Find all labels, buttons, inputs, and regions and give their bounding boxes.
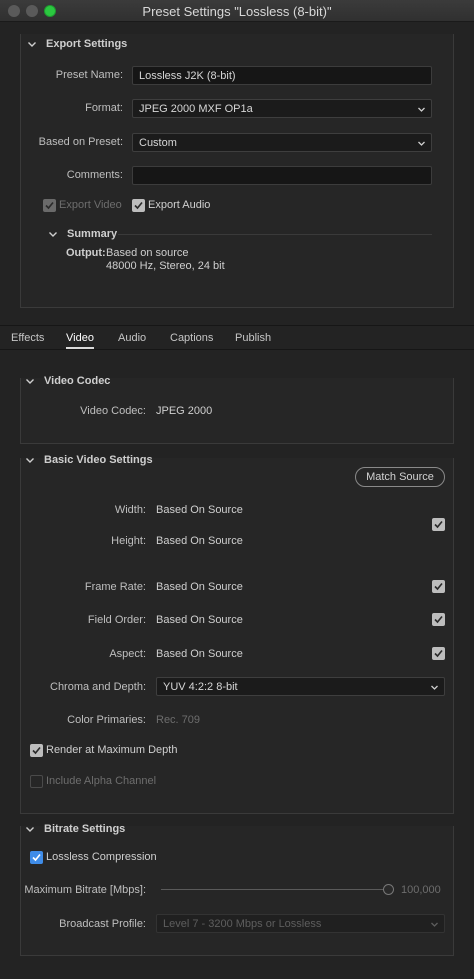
export-video-checkbox[interactable] xyxy=(43,199,56,212)
color-primaries-label: Color Primaries: xyxy=(67,714,146,726)
export-settings-header[interactable]: Export Settings xyxy=(26,38,127,50)
include-alpha-checkbox[interactable] xyxy=(30,775,43,788)
match-field-order-checkbox[interactable] xyxy=(432,613,445,626)
format-value: JPEG 2000 MXF OP1a xyxy=(139,103,253,115)
aspect-value: Based On Source xyxy=(156,648,243,660)
video-codec-header[interactable]: Video Codec xyxy=(24,375,110,387)
max-bitrate-slider-track[interactable] xyxy=(161,889,389,890)
tab-audio[interactable]: Audio xyxy=(118,332,146,344)
chevron-down-icon xyxy=(417,138,426,147)
match-source-button[interactable]: Match Source xyxy=(355,467,445,487)
export-video-label: Export Video xyxy=(59,199,122,211)
video-codec-label: Video Codec: xyxy=(80,405,146,417)
match-aspect-checkbox[interactable] xyxy=(432,647,445,660)
window-title: Preset Settings "Lossless (8-bit)" xyxy=(142,4,332,19)
render-max-depth-label: Render at Maximum Depth xyxy=(46,744,178,756)
preset-name-field[interactable]: Lossless J2K (8-bit) xyxy=(132,66,432,85)
export-audio-label: Export Audio xyxy=(148,199,211,211)
export-audio-checkbox[interactable] xyxy=(132,199,145,212)
chevron-down-icon xyxy=(47,228,59,240)
export-settings-title: Export Settings xyxy=(46,38,128,50)
chroma-depth-select[interactable]: YUV 4:2:2 8-bit xyxy=(156,677,445,696)
broadcast-profile-value: Level 7 - 3200 Mbps or Lossless xyxy=(163,918,322,930)
settings-tab-bar: Effects Video Audio Captions Publish xyxy=(0,325,474,350)
summary-divider xyxy=(118,234,432,235)
max-bitrate-value: 100,000 xyxy=(401,884,441,896)
height-label: Height: xyxy=(111,535,146,547)
chevron-down-icon xyxy=(24,823,36,835)
frame-rate-label: Frame Rate: xyxy=(84,581,146,593)
title-bar: Preset Settings "Lossless (8-bit)" xyxy=(0,0,474,22)
field-order-label: Field Order: xyxy=(87,614,146,626)
tab-publish[interactable]: Publish xyxy=(235,332,271,344)
summary-title: Summary xyxy=(67,228,118,240)
chevron-down-icon xyxy=(430,919,439,928)
chevron-down-icon xyxy=(430,682,439,691)
format-label: Format: xyxy=(85,102,123,114)
basic-video-settings-title: Basic Video Settings xyxy=(44,454,153,466)
output-line-2: 48000 Hz, Stereo, 24 bit xyxy=(106,260,225,272)
video-codec-value: JPEG 2000 xyxy=(156,405,213,417)
width-value: Based On Source xyxy=(156,504,243,516)
chroma-depth-value: YUV 4:2:2 8-bit xyxy=(163,681,238,693)
lossless-compression-checkbox[interactable] xyxy=(30,851,43,864)
chevron-down-icon xyxy=(24,375,36,387)
render-max-depth-checkbox[interactable] xyxy=(30,744,43,757)
match-frame-rate-checkbox[interactable] xyxy=(432,580,445,593)
frame-rate-value: Based On Source xyxy=(156,581,243,593)
chevron-down-icon xyxy=(24,454,36,466)
output-label: Output: xyxy=(66,247,106,259)
bitrate-settings-title: Bitrate Settings xyxy=(44,823,126,835)
summary-header[interactable]: Summary xyxy=(47,228,117,240)
tab-effects[interactable]: Effects xyxy=(11,332,44,344)
width-label: Width: xyxy=(114,504,146,516)
format-select[interactable]: JPEG 2000 MXF OP1a xyxy=(132,99,432,118)
tab-video[interactable]: Video xyxy=(66,332,94,349)
aspect-label: Aspect: xyxy=(109,648,146,660)
match-width-height-checkbox[interactable] xyxy=(432,518,445,531)
bitrate-settings-header[interactable]: Bitrate Settings xyxy=(24,823,125,835)
chevron-down-icon xyxy=(417,104,426,113)
color-primaries-value: Rec. 709 xyxy=(156,714,201,726)
comments-label: Comments: xyxy=(66,169,123,181)
chevron-down-icon xyxy=(26,38,38,50)
broadcast-profile-label: Broadcast Profile: xyxy=(59,918,146,930)
lossless-compression-label: Lossless Compression xyxy=(46,851,157,863)
video-codec-title: Video Codec xyxy=(44,375,111,387)
max-bitrate-slider-knob[interactable] xyxy=(383,884,394,895)
based-on-preset-label: Based on Preset: xyxy=(38,136,123,148)
chroma-depth-label: Chroma and Depth: xyxy=(50,681,146,693)
broadcast-profile-select[interactable]: Level 7 - 3200 Mbps or Lossless xyxy=(156,914,445,933)
field-order-value: Based On Source xyxy=(156,614,243,626)
basic-video-settings-header[interactable]: Basic Video Settings xyxy=(24,454,153,466)
max-bitrate-label: Maximum Bitrate [Mbps]: xyxy=(24,884,146,896)
tab-captions[interactable]: Captions xyxy=(170,332,213,344)
comments-field[interactable] xyxy=(132,166,432,185)
output-line-1: Based on source xyxy=(106,247,189,259)
preset-name-label: Preset Name: xyxy=(55,69,123,81)
based-on-preset-select[interactable]: Custom xyxy=(132,133,432,152)
based-on-preset-value: Custom xyxy=(139,137,177,149)
height-value: Based On Source xyxy=(156,535,243,547)
include-alpha-label: Include Alpha Channel xyxy=(46,775,157,787)
